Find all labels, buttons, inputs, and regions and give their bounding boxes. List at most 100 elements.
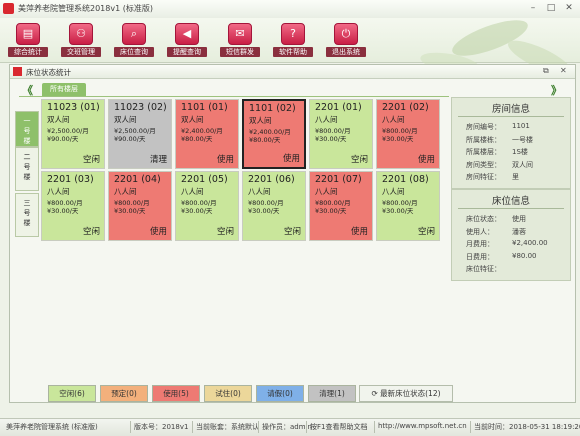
room-number: 2201 (03) bbox=[47, 174, 94, 185]
child-window-titlebar: 床位状态统计 ⧉ ✕ bbox=[10, 65, 575, 79]
bed-card[interactable]: 11023 (01) 双人间 ¥2,500.00/月 ¥90.00/天 空闲 bbox=[41, 99, 105, 169]
room-type: 双人间 bbox=[47, 115, 70, 124]
daily-price: ¥30.00/天 bbox=[47, 207, 79, 215]
bed-status-window: 床位状态统计 ⧉ ✕ 《 》 所有楼层 一号楼 二号楼 三号楼 11023 (01)… bbox=[9, 64, 576, 403]
refresh-label: 最新床位状态(12) bbox=[380, 389, 441, 398]
legend-item[interactable]: 试住(0) bbox=[204, 385, 252, 402]
info-value: ¥80.00 bbox=[512, 251, 537, 260]
daily-price: ¥30.00/天 bbox=[382, 135, 414, 143]
info-label: 床位特征： bbox=[466, 265, 501, 273]
bed-card[interactable]: 2201 (04) 八人间 ¥800.00/月 ¥30.00/天 使用 bbox=[108, 171, 172, 241]
room-number: 2201 (07) bbox=[315, 174, 362, 185]
room-type: 八人间 bbox=[382, 115, 405, 124]
child-window-title: 床位状态统计 bbox=[26, 68, 71, 77]
toolbar-button-label: 短信群发 bbox=[220, 47, 260, 57]
room-info-panel: 房间信息 房间编号： 1101 所属楼栋： 一号楼 所属楼层： 1S楼 房间类型： 双人间 房间… bbox=[451, 97, 571, 189]
legend-item[interactable]: 清理(1) bbox=[308, 385, 356, 402]
info-value: ¥2,400.00 bbox=[512, 239, 548, 247]
bed-card[interactable]: 2201 (08) 八人间 ¥800.00/月 ¥30.00/天 空闲 bbox=[376, 171, 440, 241]
bed-status: 空闲 bbox=[283, 227, 301, 237]
sms-icon: ✉ bbox=[228, 23, 252, 45]
info-label: 月费用： bbox=[466, 240, 494, 248]
bed-card[interactable]: 2201 (02) 八人间 ¥800.00/月 ¥30.00/天 使用 bbox=[376, 99, 440, 169]
bed-card[interactable]: 2201 (06) 八人间 ¥800.00/月 ¥30.00/天 空闲 bbox=[242, 171, 306, 241]
restore-button[interactable]: ⧉ bbox=[543, 66, 549, 76]
room-number: 11023 (01) bbox=[47, 102, 100, 113]
daily-price: ¥30.00/天 bbox=[114, 207, 146, 215]
bed-card[interactable]: 2201 (05) 八人间 ¥800.00/月 ¥30.00/天 空闲 bbox=[175, 171, 239, 241]
toolbar-button[interactable]: ⌕ 床位查询 bbox=[114, 23, 154, 58]
daily-price: ¥80.00/天 bbox=[249, 136, 281, 144]
daily-price: ¥30.00/天 bbox=[315, 135, 347, 143]
info-label: 所属楼栋： bbox=[466, 135, 501, 144]
status-bar-item: 操作员：admin bbox=[262, 423, 312, 431]
close-button[interactable]: ✕ bbox=[563, 3, 575, 14]
bed-card[interactable]: 2201 (07) 八人间 ¥800.00/月 ¥30.00/天 使用 bbox=[309, 171, 373, 241]
daily-price: ¥90.00/天 bbox=[47, 135, 79, 143]
maximize-button[interactable]: □ bbox=[545, 3, 557, 14]
daily-price: ¥30.00/天 bbox=[248, 207, 280, 215]
child-close-button[interactable]: ✕ bbox=[560, 66, 567, 75]
next-page-button[interactable]: 》 bbox=[551, 82, 562, 98]
app-logo-icon bbox=[3, 3, 14, 14]
legend-item[interactable]: 使用(5) bbox=[152, 385, 200, 402]
window-titlebar: 美萍养老院管理系统2018v1 (标准版) – □ ✕ bbox=[0, 0, 580, 19]
floor-tab[interactable]: 三号楼 bbox=[15, 193, 39, 237]
floor-label: 一号楼 bbox=[23, 117, 31, 145]
refresh-icon: ⟳ bbox=[371, 389, 381, 398]
info-label: 所属楼层： bbox=[466, 148, 501, 156]
room-type: 八人间 bbox=[114, 187, 137, 196]
daily-price: ¥30.00/天 bbox=[315, 207, 347, 215]
floor-tab[interactable]: 一号楼 bbox=[15, 111, 39, 147]
legend-item[interactable]: 预定(0) bbox=[100, 385, 148, 402]
legend-item[interactable]: 请假(0) bbox=[256, 385, 304, 402]
info-value: 1S楼 bbox=[512, 148, 528, 156]
status-separator bbox=[130, 421, 131, 433]
floor-label: 三号楼 bbox=[23, 199, 31, 227]
room-type: 八人间 bbox=[181, 187, 204, 196]
room-type: 双人间 bbox=[249, 116, 272, 125]
bed-status: 清理 bbox=[149, 155, 167, 165]
window-title: 美萍养老院管理系统2018v1 (标准版) bbox=[18, 4, 153, 13]
status-bar-item: 按F1查看帮助文档 bbox=[310, 423, 368, 431]
bed-card[interactable]: 11023 (02) 双人间 ¥2,500.00/月 ¥90.00/天 清理 bbox=[108, 99, 172, 169]
room-number: 2201 (04) bbox=[114, 174, 161, 185]
minimize-button[interactable]: – bbox=[527, 3, 539, 14]
bed-status: 使用 bbox=[282, 154, 300, 164]
room-type: 八人间 bbox=[248, 187, 271, 196]
bed-card[interactable]: 1101 (01) 双人间 ¥2,400.00/月 ¥80.00/天 使用 bbox=[175, 99, 239, 169]
refresh-bed-status-button[interactable]: ⟳ 最新床位状态(12) bbox=[359, 385, 453, 402]
room-info-heading: 房间信息 bbox=[491, 104, 530, 115]
room-type: 双人间 bbox=[181, 115, 204, 124]
room-number: 1101 (01) bbox=[181, 102, 228, 113]
bed-card[interactable]: 2201 (03) 八人间 ¥800.00/月 ¥30.00/天 空闲 bbox=[41, 171, 105, 241]
divider bbox=[458, 208, 564, 209]
window-icon bbox=[13, 67, 22, 76]
toolbar-button-label: 综合统计 bbox=[8, 47, 48, 57]
room-number: 2201 (01) bbox=[315, 102, 362, 113]
info-value: 一号楼 bbox=[512, 135, 533, 144]
bed-card[interactable]: 1101 (02) 双人间 ¥2,400.00/月 ¥80.00/天 使用 bbox=[242, 99, 306, 169]
status-bar-item: 美萍养老院管理系统 (标准版) bbox=[6, 423, 98, 431]
bed-status: 空闲 bbox=[417, 227, 435, 237]
bed-status: 空闲 bbox=[82, 227, 100, 237]
bed-status: 使用 bbox=[216, 155, 234, 165]
bed-info-panel: 床位信息 床位状态： 使用 使用人： 潘蓉 月费用： ¥2,400.00 日费用： ¥80.0… bbox=[451, 189, 571, 281]
toolbar-button[interactable]: ? 软件帮助 bbox=[273, 23, 313, 58]
toolbar-button[interactable]: ⚇ 交班管理 bbox=[61, 23, 101, 58]
floor-tab[interactable]: 二号楼 bbox=[15, 147, 39, 191]
bed-card[interactable]: 2201 (01) 八人间 ¥800.00/月 ¥30.00/天 空闲 bbox=[309, 99, 373, 169]
info-label: 床位状态： bbox=[466, 215, 501, 223]
room-number: 2201 (06) bbox=[248, 174, 295, 185]
legend-item[interactable]: 空闲(6) bbox=[48, 385, 96, 402]
room-type: 八人间 bbox=[47, 187, 70, 196]
status-bar-item: 版本号：2018v1 bbox=[134, 423, 189, 431]
tab-all-floors[interactable]: 所有楼层 bbox=[42, 83, 86, 96]
toolbar-button[interactable]: ▤ 综合统计 bbox=[8, 23, 48, 58]
bed-status: 空闲 bbox=[82, 155, 100, 165]
info-value: 里 bbox=[512, 173, 519, 181]
info-label: 使用人： bbox=[466, 227, 494, 236]
status-separator bbox=[258, 421, 259, 433]
toolbar-button[interactable]: ✉ 短信群发 bbox=[220, 23, 260, 58]
toolbar-button[interactable]: ◀ 提醒查询 bbox=[167, 23, 207, 58]
